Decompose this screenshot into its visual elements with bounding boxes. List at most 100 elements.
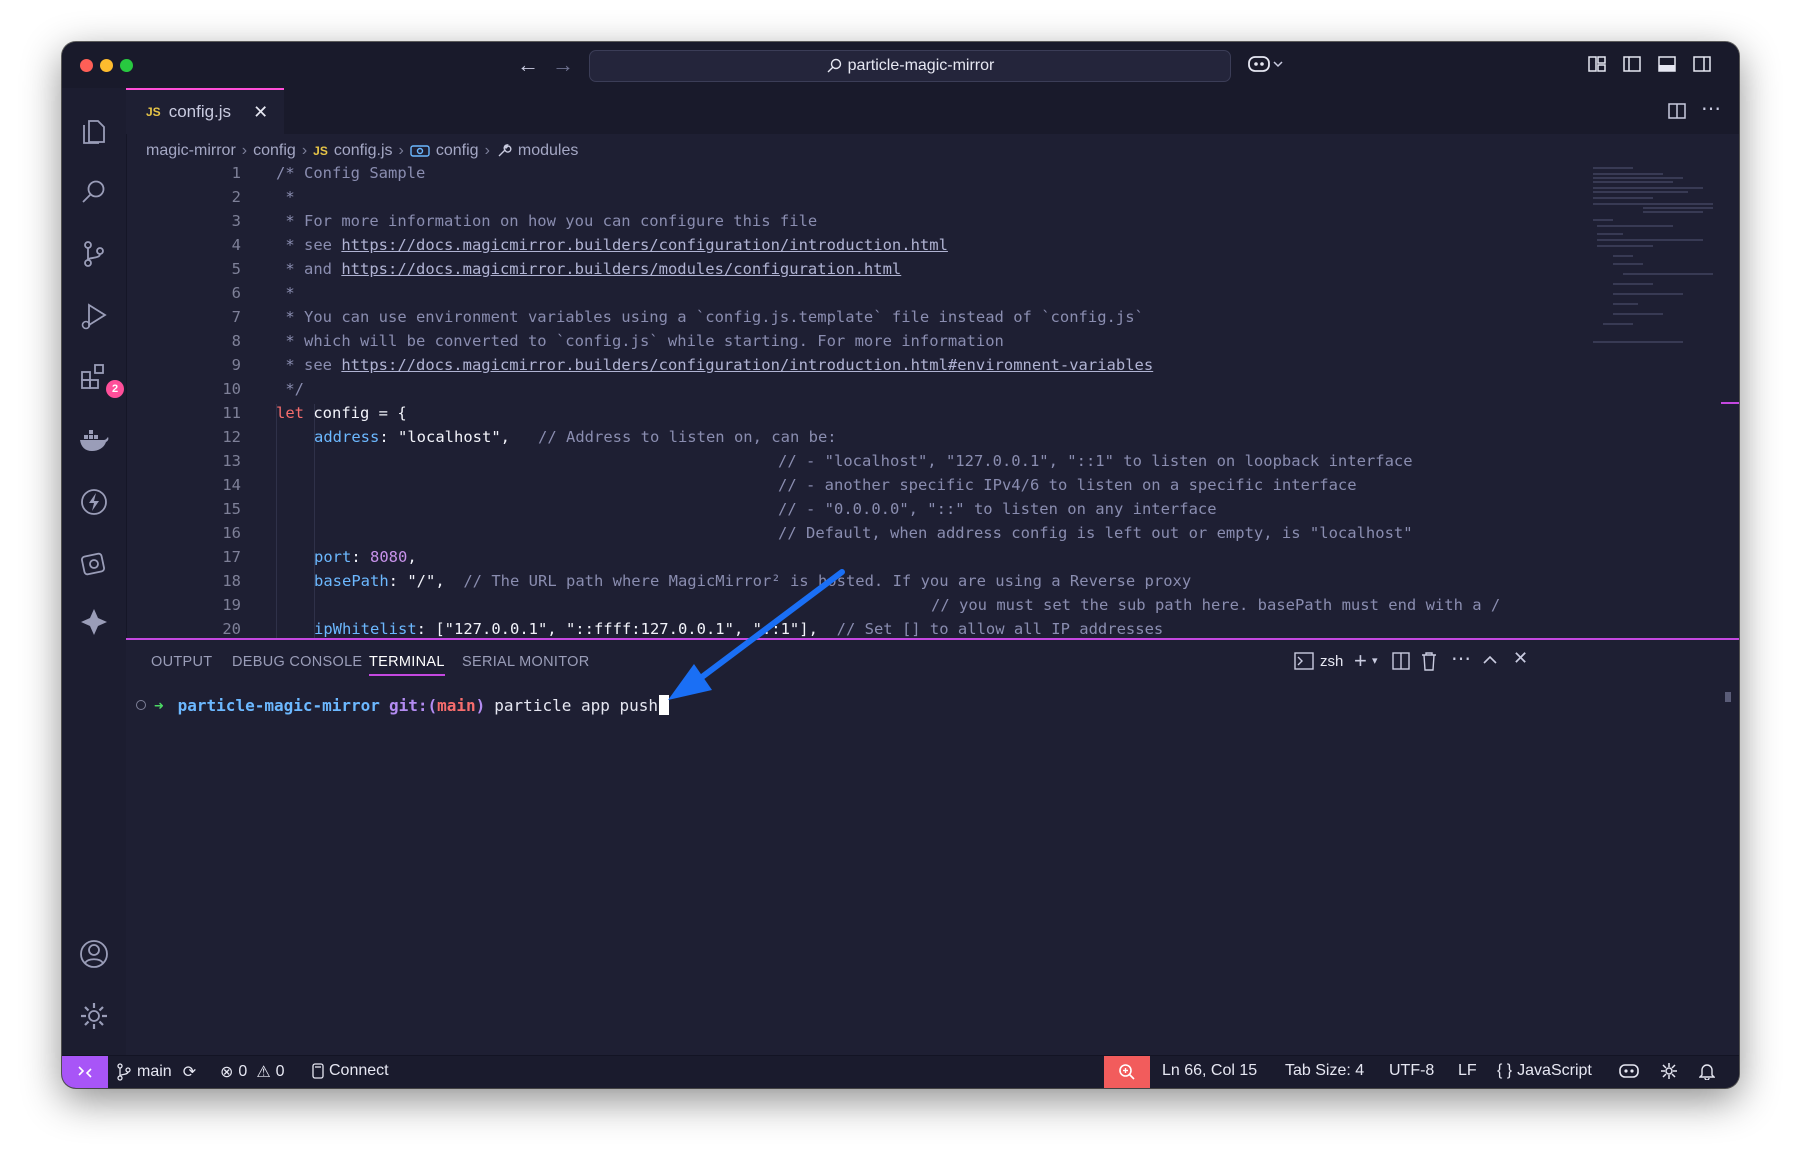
settings-gear-icon[interactable] [76,998,112,1034]
maximize-panel-icon[interactable] [1482,652,1498,673]
notifications-bell-icon[interactable] [1699,1062,1715,1080]
tab-terminal[interactable]: TERMINAL [369,654,445,676]
run-and-debug-icon[interactable] [76,298,112,334]
vscode-window: ← → particle-magic-mirror 2 JS config.js… [62,42,1739,1088]
branch-status[interactable]: main ⟳ [116,1062,196,1082]
warning-count: 0 [275,1063,285,1080]
terminal-scrollbar[interactable] [1725,692,1731,702]
cursor-position[interactable]: Ln 66, Col 15 [1162,1062,1257,1080]
split-editor-icon[interactable] [1667,101,1687,126]
command-center-search[interactable]: particle-magic-mirror [589,50,1231,82]
code-line: * For more information on how you can co… [276,212,818,230]
lightning-icon[interactable] [76,484,112,520]
line-number: 20 [222,620,241,638]
split-terminal-icon[interactable] [1392,652,1410,675]
extensions-icon[interactable]: 2 [76,358,124,398]
minimize-window-button[interactable] [100,59,113,72]
toggle-primary-sidebar-icon[interactable] [1622,54,1642,79]
copilot-icon[interactable] [1247,54,1287,79]
back-arrow-icon[interactable]: ← [517,52,539,78]
prompt-git-close: ) [475,695,486,715]
code-punct: , [407,548,417,566]
close-tab-icon[interactable]: ✕ [253,102,268,123]
code-comment: // - "localhost", "127.0.0.1", "::1" to … [778,452,1413,470]
line-number: 9 [231,356,241,374]
code-link[interactable]: https://docs.magicmirror.builders/config… [341,356,1153,374]
new-terminal-icon[interactable]: + [1354,648,1367,674]
breadcrumb-item[interactable]: magic-mirror [146,142,236,160]
remote-explorer-icon[interactable] [76,546,112,582]
code-link[interactable]: https://docs.magicmirror.builders/module… [341,260,901,278]
minimap[interactable] [1593,164,1721,374]
terminal-prompt-line[interactable]: ➜ particle-magic-mirror git:(main) parti… [136,692,670,718]
code-punct: : [379,428,398,446]
connect-status[interactable]: Connect [312,1062,389,1080]
line-number: 3 [231,212,241,230]
more-actions-icon[interactable]: ⋯ [1451,646,1471,671]
remote-indicator[interactable] [62,1056,108,1088]
code-property: basePath [314,572,389,590]
code-editor[interactable]: 1 /* Config Sample 2 * 3 * For more infor… [126,164,1739,638]
tab-output[interactable]: OUTPUT [151,654,212,670]
line-number: 14 [222,476,241,494]
sync-icon[interactable]: ⟳ [183,1062,196,1082]
problems-status[interactable]: ⊗ 0 ⚠ 0 [220,1062,285,1082]
end-of-line[interactable]: LF [1458,1062,1477,1080]
breadcrumb-item[interactable]: config [436,142,479,160]
status-bar: main ⟳ ⊗ 0 ⚠ 0 Connect Ln 66, Col 15 Tab… [62,1055,1739,1088]
code-number: 8080 [370,548,408,566]
code-identifier: config [304,404,379,422]
code-property: port [314,548,352,566]
line-number: 5 [231,260,241,278]
line-number: 11 [222,404,241,422]
chevron-right-icon: › [301,142,308,159]
explorer-icon[interactable] [76,112,112,148]
tab-serial-monitor[interactable]: SERIAL MONITOR [462,654,589,670]
zoom-icon [1119,1064,1135,1080]
accounts-icon[interactable] [76,936,112,972]
extensions-badge: 2 [106,380,124,398]
breadcrumb-item[interactable]: config [253,142,296,160]
language-mode[interactable]: { } JavaScript [1497,1062,1592,1080]
toggle-secondary-sidebar-icon[interactable] [1692,54,1712,79]
search-icon[interactable] [76,174,112,210]
particle-icon[interactable] [76,604,112,640]
toggle-panel-icon[interactable] [1657,54,1677,79]
code-property: address [314,428,380,446]
tab-config-js[interactable]: JS config.js ✕ [126,88,284,134]
code-punct: , [808,620,818,638]
tab-debug-console[interactable]: DEBUG CONSOLE [232,654,362,670]
command-center-text: particle-magic-mirror [847,57,995,74]
copilot-status-icon[interactable] [1618,1062,1640,1080]
breadcrumb-item[interactable]: modules [518,142,578,160]
breadcrumb-item[interactable]: config.js [334,142,393,160]
maximize-window-button[interactable] [120,59,133,72]
code-line: * see [276,236,342,254]
trash-icon[interactable] [1421,651,1437,676]
code-link[interactable]: https://docs.magicmirror.builders/config… [341,236,948,254]
forward-arrow-icon[interactable]: → [552,52,574,78]
activity-bar: 2 [62,88,127,1056]
scrollbar-marker [1721,402,1739,404]
close-window-button[interactable] [80,59,93,72]
particle-status-icon[interactable] [1660,1062,1678,1080]
encoding[interactable]: UTF-8 [1389,1062,1434,1080]
customize-layout-icon[interactable] [1587,54,1607,79]
terminal-shell-selector[interactable]: zsh [1294,652,1343,670]
tab-size[interactable]: Tab Size: 4 [1285,1062,1364,1080]
code-punct: : [416,620,436,638]
code-punct: : [388,572,408,590]
zoom-indicator[interactable] [1104,1056,1150,1088]
close-panel-icon[interactable]: ✕ [1513,648,1528,669]
chevron-down-icon[interactable]: ▾ [1372,654,1378,667]
more-actions-icon[interactable]: ⋯ [1701,96,1721,121]
warning-icon: ⚠ [256,1064,271,1081]
docker-icon[interactable] [76,422,112,458]
git-branch-icon [117,1063,131,1081]
line-number: 18 [222,572,241,590]
code-line: * which will be converted to `config.js`… [276,332,1004,350]
code-comment: // Address to listen on, can be: [510,428,837,446]
source-control-icon[interactable] [76,236,112,272]
code-comment: // - another specific IPv4/6 to listen o… [778,476,1357,494]
breadcrumb: magic-mirror › config › JS config.js › c… [146,138,578,164]
